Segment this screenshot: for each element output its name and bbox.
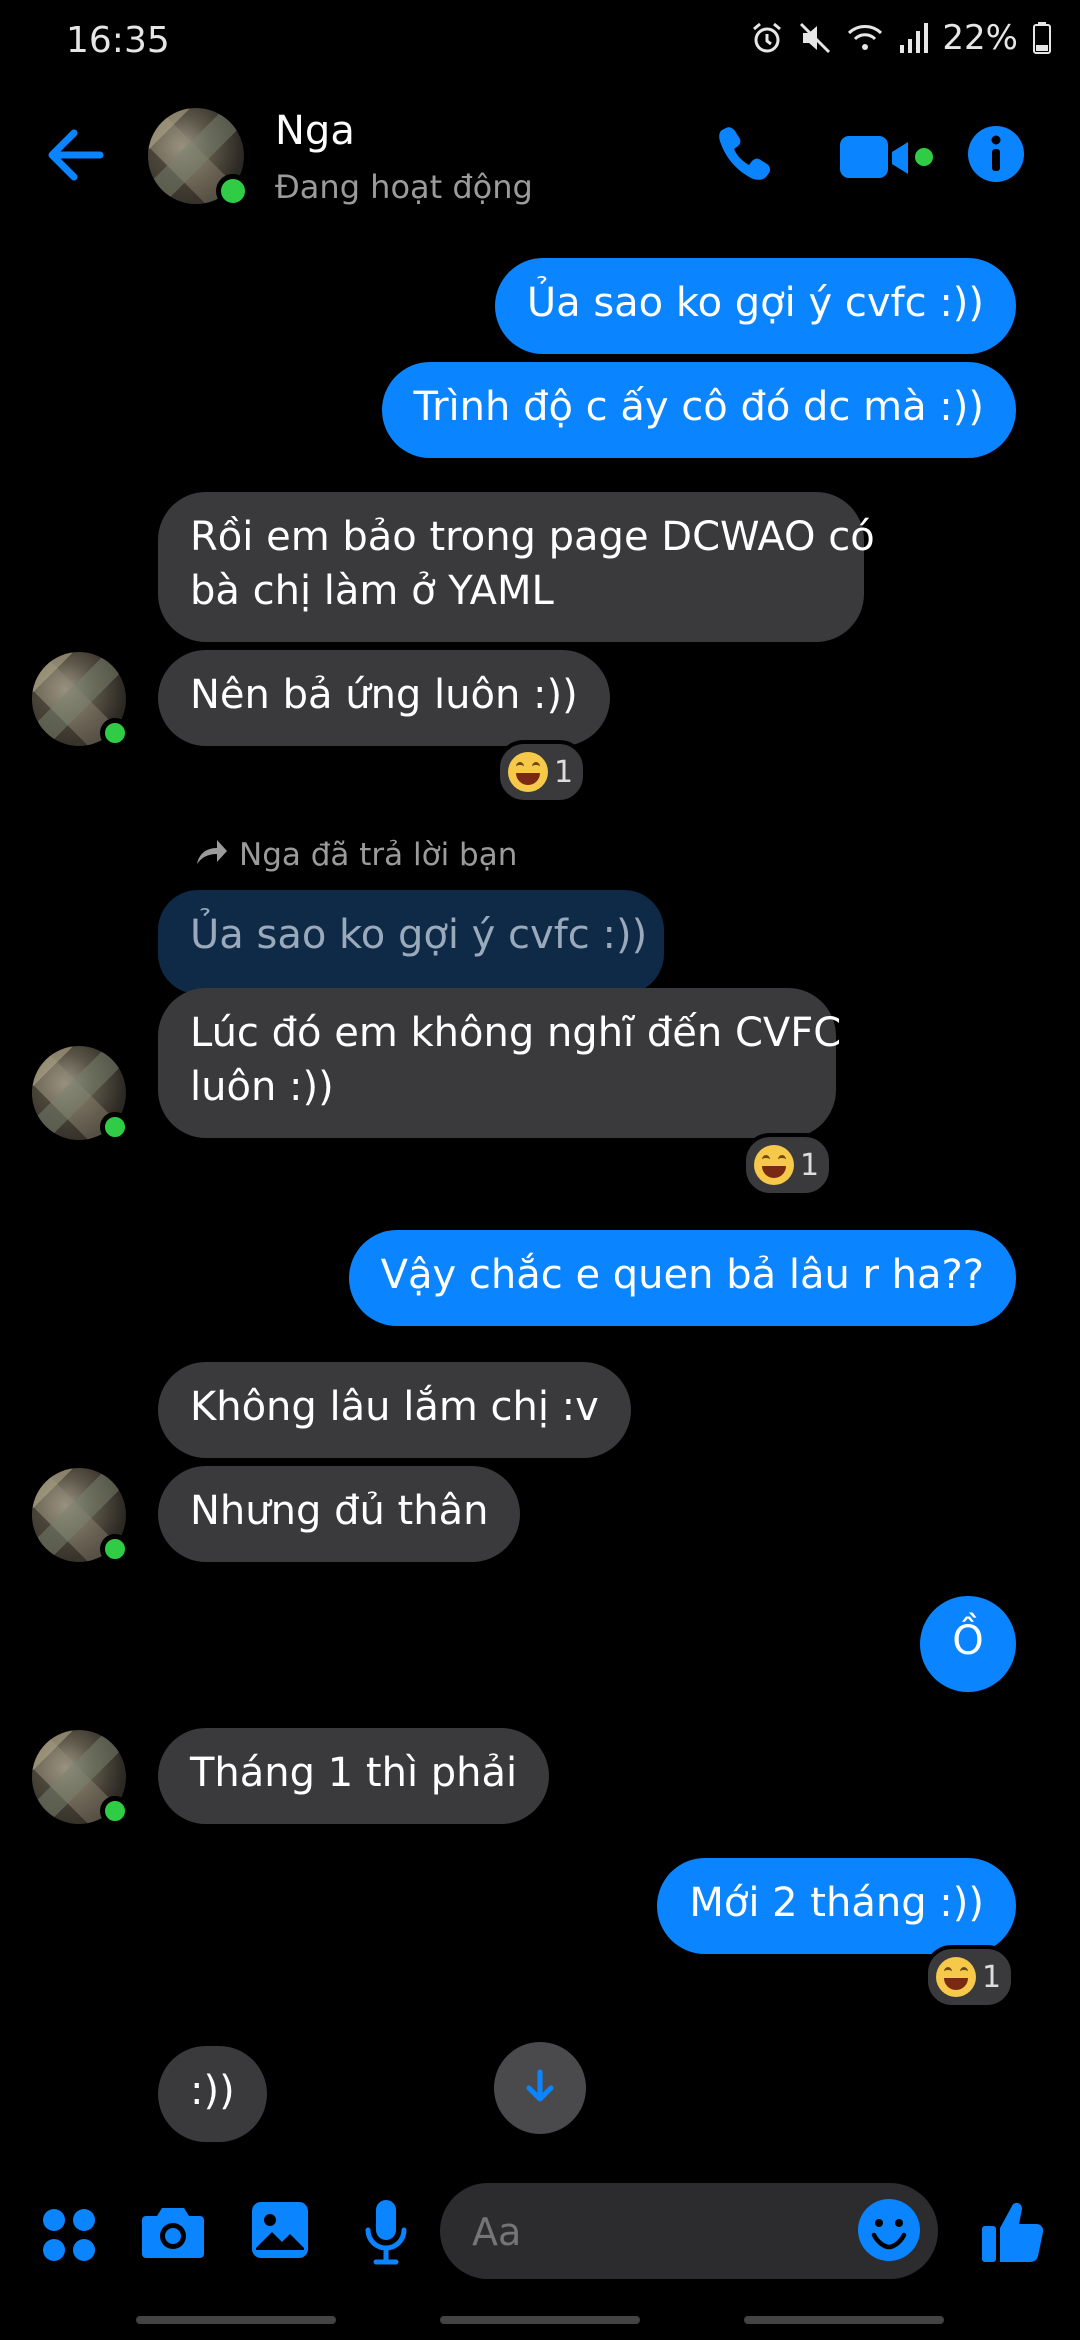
laughing-emoji-icon xyxy=(936,1957,976,1997)
message-text: Tháng 1 thì phải xyxy=(190,1750,518,1796)
incoming-message[interactable]: Tháng 1 thì phải xyxy=(158,1728,550,1824)
reply-indicator: Nga đã trả lời bạn xyxy=(195,836,517,874)
reaction-badge[interactable]: 1 xyxy=(924,1945,1016,2009)
reply-arrow-icon xyxy=(195,836,229,874)
incoming-message[interactable]: Lúc đó em không nghĩ đến CVFC luôn :)) xyxy=(158,988,842,1138)
alarm-icon xyxy=(750,21,784,55)
contact-avatar[interactable] xyxy=(148,108,250,208)
replied-message-quote[interactable]: Ủa sao ko gợi ý cvfc :)) xyxy=(158,890,664,994)
nav-bar-segment xyxy=(136,2316,336,2324)
message-text: Vậy chắc e quen bả lâu r ha?? xyxy=(380,1252,984,1298)
status-time: 16:35 xyxy=(66,20,170,61)
contact-avatar-small[interactable] xyxy=(32,1046,130,1142)
microphone-icon[interactable] xyxy=(362,2198,410,2272)
reaction-count: 1 xyxy=(554,754,574,790)
video-camera-icon[interactable] xyxy=(838,130,934,190)
quote-text: Ủa sao ko gợi ý cvfc :)) xyxy=(190,912,648,958)
apps-icon[interactable] xyxy=(40,2206,100,2270)
message-text: Ủa sao ko gợi ý cvfc :)) xyxy=(526,280,984,326)
outgoing-message[interactable]: Mới 2 tháng :)) xyxy=(657,1858,1016,1954)
online-indicator xyxy=(216,174,250,208)
message-text: Nhưng đủ thân xyxy=(190,1488,489,1534)
online-indicator xyxy=(100,1112,130,1142)
signal-icon xyxy=(898,21,929,55)
message-text: Mới 2 tháng :)) xyxy=(689,1880,984,1926)
online-indicator xyxy=(100,1534,130,1564)
incoming-message[interactable]: Rồi em bảo trong page DCWAO có bà chị là… xyxy=(158,492,875,642)
battery-icon xyxy=(1032,21,1052,55)
message-text: Không lâu lắm chị :v xyxy=(190,1384,599,1430)
emoji-icon[interactable] xyxy=(856,2197,922,2267)
scroll-to-bottom-button[interactable] xyxy=(494,2042,586,2134)
wifi-icon xyxy=(846,21,884,55)
message-input[interactable] xyxy=(470,2183,854,2281)
outgoing-message[interactable]: Ồ xyxy=(920,1596,1016,1692)
contact-name[interactable]: Nga xyxy=(275,108,355,154)
contact-status: Đang hoạt động xyxy=(275,168,533,206)
battery-level: 22% xyxy=(942,18,1018,58)
incoming-message[interactable]: Nhưng đủ thân xyxy=(158,1466,521,1562)
laughing-emoji-icon xyxy=(508,752,548,792)
message-text: Trình độ c ấy cô đó dc mà :)) xyxy=(413,384,984,430)
phone-icon[interactable] xyxy=(712,122,776,190)
message-text-line: Rồi em bảo trong page DCWAO có xyxy=(190,514,875,560)
camera-icon[interactable] xyxy=(140,2200,206,2266)
message-text-line: luôn :)) xyxy=(190,1064,334,1110)
contact-avatar-small[interactable] xyxy=(32,1468,130,1564)
outgoing-message[interactable]: Vậy chắc e quen bả lâu r ha?? xyxy=(348,1230,1016,1326)
message-composer[interactable] xyxy=(440,2183,938,2281)
message-text-line: bà chị làm ở YAML xyxy=(190,568,554,614)
contact-avatar-small[interactable] xyxy=(32,1730,130,1826)
like-icon[interactable] xyxy=(980,2196,1046,2270)
message-text: :)) xyxy=(190,2068,235,2114)
back-arrow-icon[interactable] xyxy=(40,120,120,200)
outgoing-message[interactable]: Trình độ c ấy cô đó dc mà :)) xyxy=(381,362,1016,458)
incoming-message[interactable]: Nên bả ứng luôn :)) xyxy=(158,650,610,746)
online-indicator xyxy=(100,1796,130,1826)
incoming-message[interactable]: Không lâu lắm chị :v xyxy=(158,1362,631,1458)
message-text: Ồ xyxy=(952,1618,984,1664)
contact-avatar-small[interactable] xyxy=(32,652,130,748)
reply-label-text: Nga đã trả lời bạn xyxy=(239,837,518,873)
nav-bar-segment xyxy=(744,2316,944,2324)
outgoing-message[interactable]: Ủa sao ko gợi ý cvfc :)) xyxy=(494,258,1016,354)
status-icons: 22% xyxy=(750,18,1052,58)
incoming-message[interactable]: :)) xyxy=(158,2046,267,2142)
mute-icon xyxy=(798,21,832,55)
online-indicator xyxy=(100,718,130,748)
laughing-emoji-icon xyxy=(754,1145,794,1185)
reaction-count: 1 xyxy=(982,1959,1002,1995)
gallery-icon[interactable] xyxy=(250,2200,310,2264)
info-icon[interactable] xyxy=(966,124,1026,188)
message-text-line: Lúc đó em không nghĩ đến CVFC xyxy=(190,1010,842,1056)
nav-bar-segment xyxy=(440,2316,640,2324)
arrow-down-icon xyxy=(520,2066,560,2110)
reaction-badge[interactable]: 1 xyxy=(742,1133,834,1197)
message-text: Nên bả ứng luôn :)) xyxy=(190,672,578,718)
reaction-badge[interactable]: 1 xyxy=(496,740,588,804)
reaction-count: 1 xyxy=(800,1147,820,1183)
